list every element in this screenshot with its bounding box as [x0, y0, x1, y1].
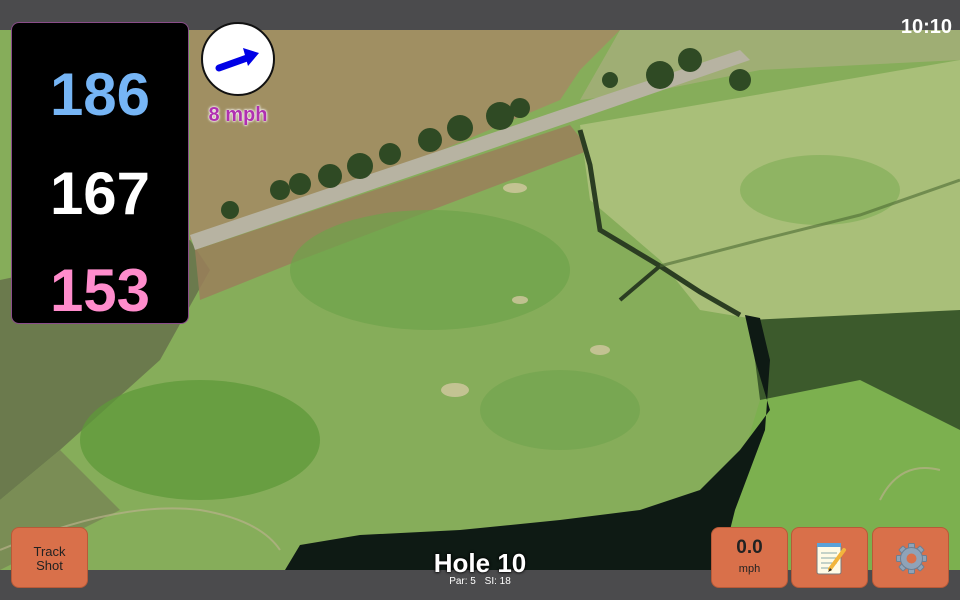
speed-unit: mph: [738, 563, 761, 575]
stroke-index-label: SI: 18: [484, 576, 511, 587]
back-yardage: 186: [49, 61, 151, 128]
settings-button[interactable]: [872, 527, 949, 588]
speed-button[interactable]: 0.0 mph: [711, 527, 788, 588]
center-yardage: 167: [49, 160, 151, 227]
par-label: Par: 5: [449, 576, 476, 587]
notes-button[interactable]: [791, 527, 868, 588]
wind-speed: 8 mph: [208, 104, 268, 126]
clock: 10:10: [900, 16, 952, 38]
notepad-icon: [816, 543, 846, 575]
hole-info: Par: 5 SI: 18: [380, 576, 580, 588]
arrow-icon: [215, 48, 259, 72]
hole-title: Hole 10: [433, 548, 527, 578]
wind-direction-dial: [201, 22, 275, 96]
gear-icon: [896, 543, 927, 574]
front-yardage: 153: [49, 257, 151, 324]
track-shot-label-line2: Shot: [36, 558, 63, 573]
track-shot-button[interactable]: Track Shot: [11, 527, 88, 588]
yardage-panel[interactable]: 186 167 153: [11, 22, 189, 324]
speed-value: 0.0: [736, 537, 763, 558]
track-shot-label-line1: Track: [33, 544, 66, 559]
